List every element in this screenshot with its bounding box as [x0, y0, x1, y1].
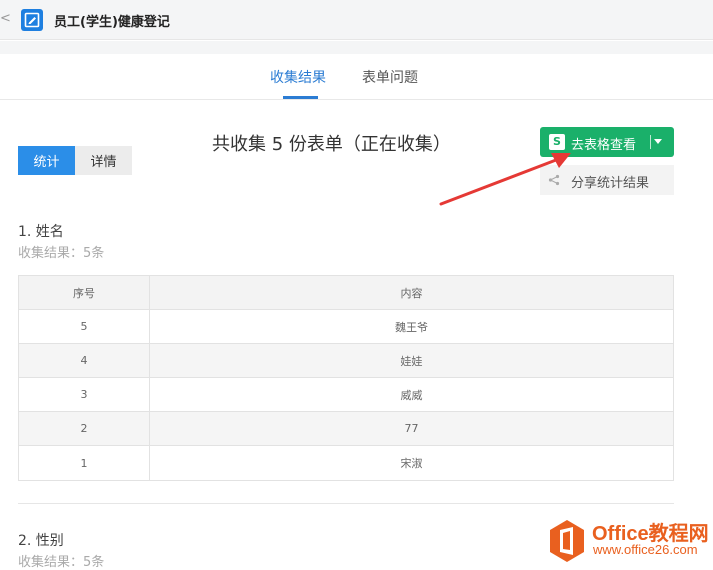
detail-toggle-button[interactable]: 详情 [75, 146, 132, 175]
results-table: 序号 内容 5 魏王爷 4 娃娃 3 威威 2 77 1 宋淑 [18, 275, 674, 481]
share-results-label: 分享统计结果 [571, 176, 650, 191]
table-header-row: 序号 内容 [19, 276, 673, 310]
share-icon [548, 174, 560, 186]
row-content: 魏王爷 [395, 320, 428, 334]
table-row: 4 娃娃 [19, 344, 673, 378]
question-title: 1. 姓名 [18, 224, 64, 240]
button-separator [650, 135, 651, 149]
watermark-url: www.office26.com [593, 542, 698, 557]
window-title: 员工(学生)健康登记 [54, 15, 170, 30]
office-logo-icon [550, 520, 584, 562]
dropdown-caret-icon[interactable] [654, 139, 662, 144]
row-content: 娃娃 [400, 354, 423, 368]
row-index: 2 [19, 412, 150, 445]
tab-collect-results[interactable]: 收集结果 [270, 67, 326, 87]
sheet-icon: S [549, 134, 565, 150]
row-index: 4 [19, 344, 150, 377]
row-index: 1 [19, 446, 150, 480]
stats-toggle-button[interactable]: 统计 [18, 146, 75, 175]
view-in-sheet-label: 去表格查看 [571, 138, 637, 153]
collection-summary: 共收集 5 份表单（正在收集） [212, 134, 451, 155]
table-row: 1 宋淑 [19, 446, 673, 480]
window-titlebar: < 员工(学生)健康登记 [0, 0, 713, 40]
question-result-count: 收集结果：5条 [18, 246, 105, 261]
share-results-button[interactable]: 分享统计结果 [540, 165, 674, 195]
row-index: 3 [19, 378, 150, 411]
row-content: 威威 [400, 388, 423, 402]
row-content: 宋淑 [400, 457, 423, 470]
watermark: Office教程网 www.office26.com [548, 517, 713, 568]
question-title: 2. 性别 [18, 533, 64, 549]
view-in-sheet-button[interactable]: S 去表格查看 [540, 127, 674, 157]
back-icon[interactable]: < [0, 11, 11, 26]
row-content: 77 [404, 422, 419, 435]
table-row: 2 77 [19, 412, 673, 446]
tab-form-questions[interactable]: 表单问题 [362, 67, 418, 87]
row-index: 5 [19, 310, 150, 343]
table-row: 5 魏王爷 [19, 310, 673, 344]
column-header-index: 序号 [19, 276, 150, 309]
header-gap [0, 41, 713, 54]
section-divider [18, 503, 674, 504]
form-app-icon [21, 9, 43, 31]
table-row: 3 威威 [19, 378, 673, 412]
active-tab-indicator [283, 96, 318, 99]
column-header-content: 内容 [400, 286, 423, 300]
result-tabs: 收集结果 表单问题 [0, 54, 713, 100]
question-result-count: 收集结果：5条 [18, 555, 105, 570]
